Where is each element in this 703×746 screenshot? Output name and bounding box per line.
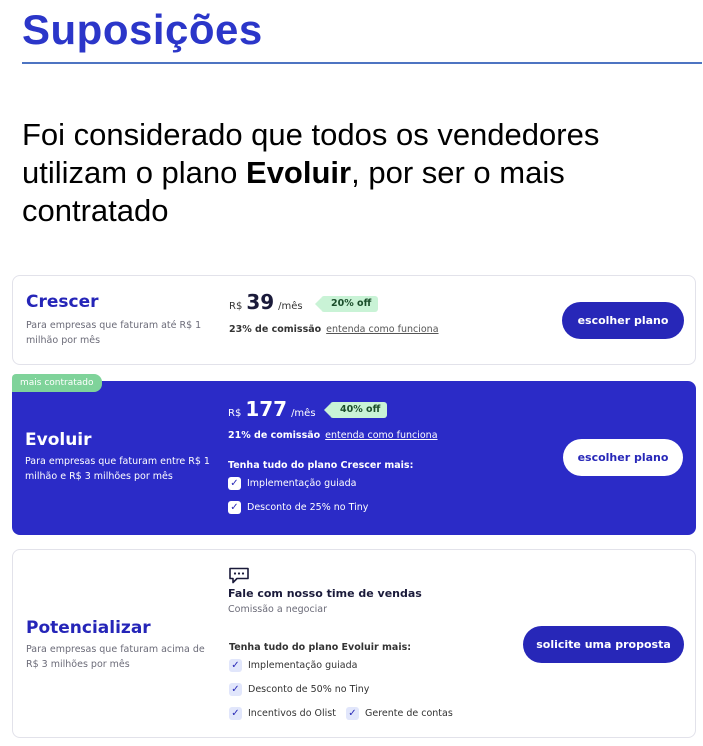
check-icon: ✓ bbox=[229, 683, 242, 696]
most-popular-badge: mais contratado bbox=[12, 374, 102, 392]
feature-label: Implementação guiada bbox=[248, 660, 358, 671]
feature-item: ✓ Desconto de 25% no Tiny bbox=[228, 501, 368, 514]
choose-plan-button-crescer[interactable]: escolher plano bbox=[562, 302, 684, 339]
plan-description-crescer: Para empresas que faturam até R$ 1 milhã… bbox=[26, 320, 202, 346]
price-period: /mês bbox=[278, 301, 303, 312]
features-heading-potencializar: Tenha tudo do plano Evoluir mais: bbox=[229, 642, 412, 653]
feature-item: ✓ Implementação guiada bbox=[229, 659, 357, 672]
plan-name-evoluir: Evoluir bbox=[25, 430, 92, 450]
features-heading-evoluir: Tenha tudo do plano Crescer mais: bbox=[228, 460, 414, 471]
discount-badge-evoluir: 40% off bbox=[323, 402, 388, 418]
commission-info-link[interactable]: entenda como funciona bbox=[326, 324, 438, 335]
price-currency: R$ bbox=[229, 301, 243, 312]
body-text-highlight: Evoluir bbox=[246, 155, 352, 190]
feature-label: Incentivos do Olist bbox=[248, 708, 336, 719]
plan-name-potencializar: Potencializar bbox=[26, 618, 151, 638]
check-icon: ✓ bbox=[228, 501, 241, 514]
price-evoluir: R$ 177 /mês bbox=[228, 397, 316, 421]
check-icon: ✓ bbox=[229, 659, 242, 672]
commission-rate: 21% de comissão bbox=[228, 430, 321, 441]
price-period: /mês bbox=[291, 408, 316, 419]
price-currency: R$ bbox=[228, 408, 242, 419]
plan-card-evoluir: Evoluir Para empresas que faturam entre … bbox=[12, 381, 696, 535]
plan-description-potencializar: Para empresas que faturam acima de R$ 3 … bbox=[26, 644, 205, 670]
feature-item: ✓ Gerente de contas bbox=[346, 707, 453, 720]
commission-evoluir: 21% de comissão entenda como funciona bbox=[228, 430, 438, 441]
price-value: 39 bbox=[246, 290, 275, 314]
check-icon: ✓ bbox=[228, 477, 241, 490]
check-icon: ✓ bbox=[229, 707, 242, 720]
chat-icon bbox=[229, 567, 249, 584]
feature-label: Desconto de 25% no Tiny bbox=[247, 502, 369, 513]
choose-plan-button-evoluir[interactable]: escolher plano bbox=[563, 439, 683, 476]
feature-item: ✓ Desconto de 50% no Tiny bbox=[229, 683, 369, 696]
discount-badge-crescer: 20% off bbox=[314, 296, 379, 312]
feature-label: Implementação guiada bbox=[247, 478, 357, 489]
commission-rate: 23% de comissão bbox=[229, 324, 322, 335]
feature-item: ✓ Incentivos do Olist bbox=[229, 707, 336, 720]
plan-description-evoluir: Para empresas que faturam entre R$ 1 mil… bbox=[25, 456, 210, 482]
sales-contact-subtitle: Comissão a negociar bbox=[228, 604, 328, 615]
plan-name-crescer: Crescer bbox=[26, 292, 99, 312]
slide-title: Suposições bbox=[22, 6, 263, 53]
title-divider bbox=[22, 62, 702, 64]
sales-contact-title: Fale com nosso time de vendas bbox=[228, 587, 422, 600]
plan-card-crescer: Crescer Para empresas que faturam até R$… bbox=[12, 275, 696, 365]
request-proposal-button[interactable]: solicite uma proposta bbox=[523, 626, 684, 663]
check-icon: ✓ bbox=[346, 707, 359, 720]
feature-label: Desconto de 50% no Tiny bbox=[248, 684, 370, 695]
feature-item: ✓ Implementação guiada bbox=[228, 477, 356, 490]
commission-info-link[interactable]: entenda como funciona bbox=[325, 430, 437, 441]
price-value: 177 bbox=[245, 397, 288, 421]
commission-crescer: 23% de comissão entenda como funciona bbox=[229, 324, 439, 335]
plan-card-potencializar: Potencializar Para empresas que faturam … bbox=[12, 549, 696, 738]
price-crescer: R$ 39 /mês bbox=[229, 290, 303, 314]
slide-body-text: Foi considerado que todos os vendedores … bbox=[22, 116, 682, 230]
feature-label: Gerente de contas bbox=[365, 708, 453, 719]
